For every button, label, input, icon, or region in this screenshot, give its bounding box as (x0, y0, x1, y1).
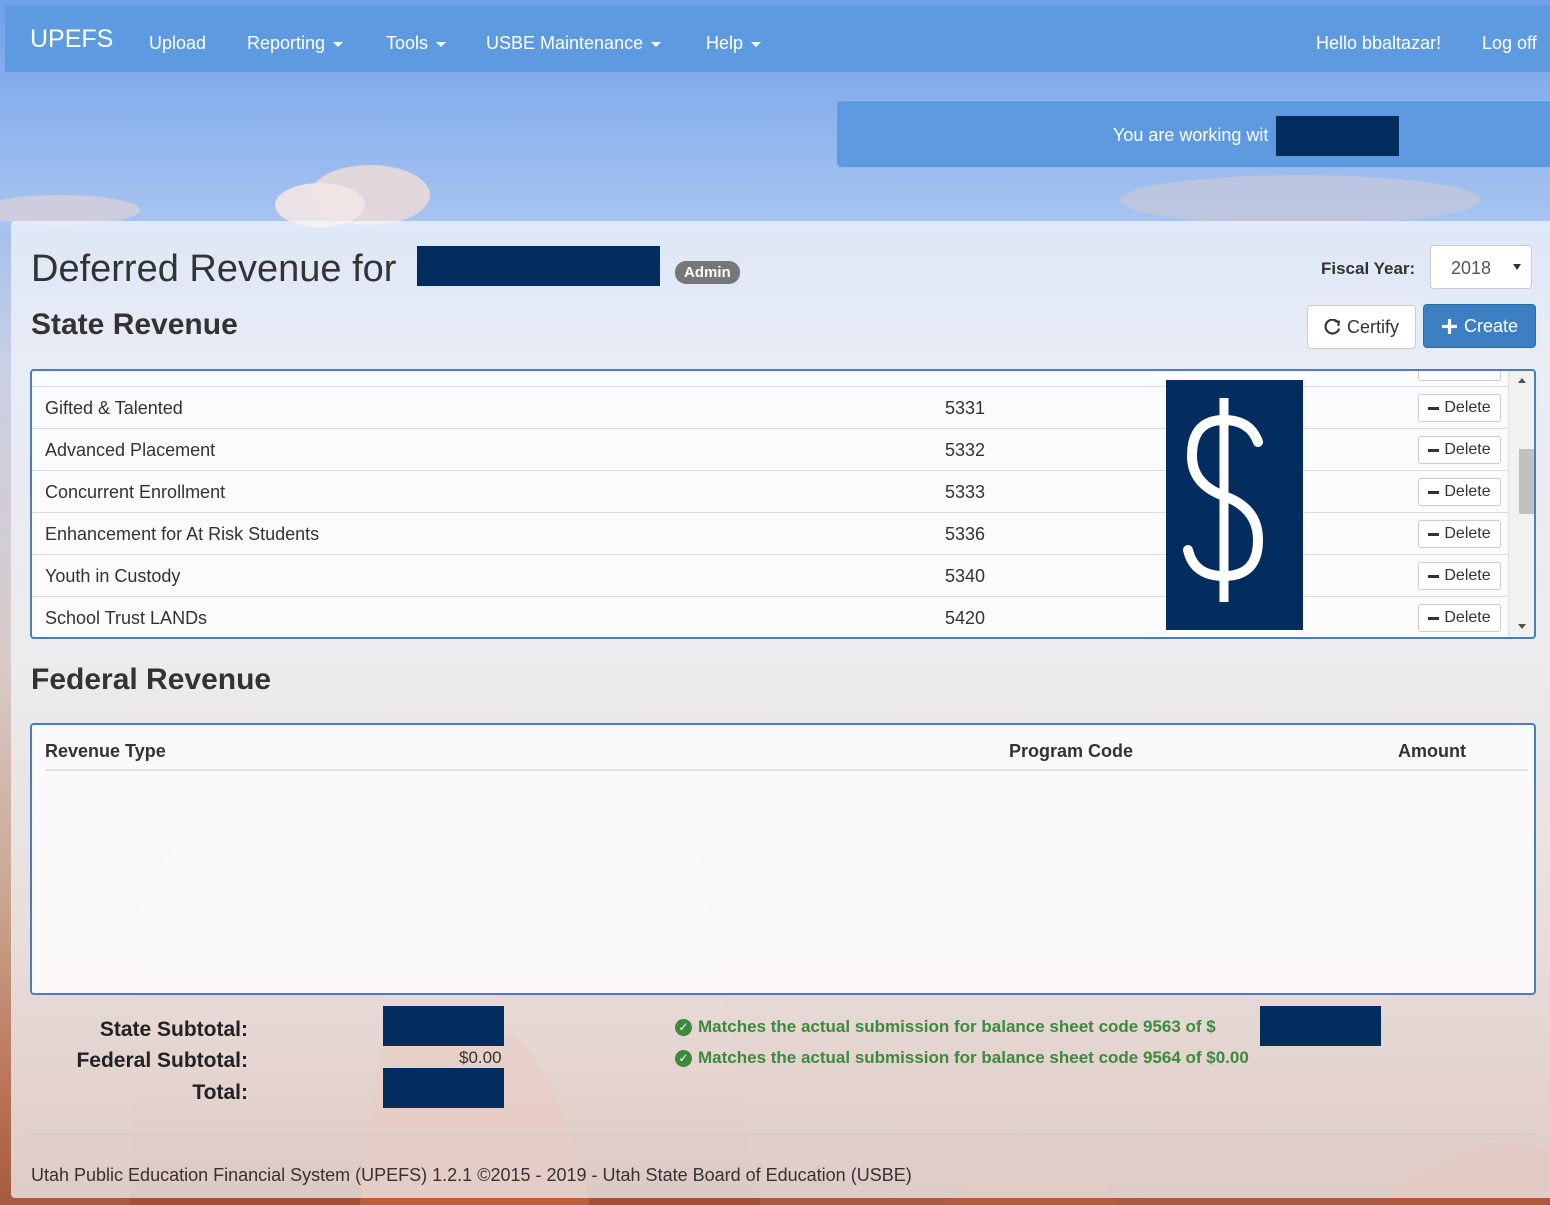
column-header-program-code: Program Code (1009, 741, 1134, 761)
create-button[interactable]: Create (1423, 304, 1536, 348)
column-header-revenue-type: Revenue Type (45, 741, 166, 761)
chevron-down-icon (333, 41, 344, 47)
revenue-type-cell: Youth in Custody (45, 566, 181, 586)
revenue-type-cell: School Trust LANDs (45, 608, 208, 628)
program-code-cell: 5331 (945, 398, 986, 418)
footer-text: Utah Public Education Financial System (… (31, 1165, 912, 1185)
delete-button[interactable] (1418, 371, 1501, 381)
nav-help[interactable]: Help (706, 33, 762, 54)
total-redaction (383, 1068, 504, 1108)
revenue-type-cell: Advanced Placement (45, 440, 216, 460)
federal-revenue-table: Revenue Type Program Code Amount (30, 723, 1536, 995)
footer-divider (30, 1134, 1536, 1135)
fiscal-year-value: 2018 (1451, 258, 1492, 278)
delete-button[interactable]: Delete (1418, 604, 1501, 632)
certify-button[interactable]: Certify (1307, 305, 1416, 349)
redaction-block (417, 246, 660, 286)
check-circle-icon: ✓ (675, 1018, 692, 1036)
refresh-icon (1324, 318, 1341, 335)
program-code-cell: 5340 (945, 566, 986, 586)
chevron-down-icon (436, 41, 447, 47)
delete-button[interactable]: Delete (1418, 562, 1501, 590)
federal-revenue-heading: Federal Revenue (31, 663, 272, 696)
scroll-up-arrow-icon[interactable] (1518, 378, 1526, 383)
delete-button[interactable]: Delete (1418, 394, 1501, 422)
chevron-down-icon (751, 41, 762, 47)
banner-text: You are working wit (1113, 125, 1269, 145)
minus-icon (1428, 406, 1440, 410)
minus-icon (1428, 490, 1440, 494)
redaction-block (1260, 1006, 1381, 1046)
minus-icon (1428, 616, 1440, 620)
user-greeting-link[interactable]: Hello bbaltazar! (1316, 33, 1441, 54)
top-navbar: UPEFS Upload Reporting Tools USBE Mainte… (5, 5, 1550, 72)
revenue-type-cell: Enhancement for At Risk Students (45, 524, 320, 544)
brand-link[interactable]: UPEFS (30, 25, 113, 54)
scroll-down-arrow-icon[interactable] (1518, 624, 1526, 629)
table-scrollbar[interactable] (1508, 371, 1534, 637)
federal-subtotal-label: Federal Subtotal: (76, 1049, 248, 1072)
page-title: Deferred Revenue for (31, 248, 397, 290)
nav-usbe-maintenance[interactable]: USBE Maintenance (486, 33, 662, 54)
header-divider (45, 769, 1528, 771)
federal-subtotal-value: $0.00 (459, 1048, 502, 1067)
total-label: Total: (192, 1081, 248, 1104)
delete-button[interactable]: Delete (1418, 520, 1501, 548)
program-code-cell: 5333 (945, 482, 986, 502)
fiscal-year-label: Fiscal Year: (1321, 259, 1416, 278)
plus-icon (1442, 318, 1457, 334)
nav-reporting[interactable]: Reporting (247, 33, 344, 54)
federal-match-message: ✓ Matches the actual submission for bala… (675, 1048, 1249, 1068)
state-match-message: ✓ Matches the actual submission for bala… (675, 1017, 1216, 1037)
fiscal-year-select[interactable]: 2018 (1430, 245, 1532, 289)
column-header-amount: Amount (1398, 741, 1466, 761)
program-code-cell: 5336 (945, 524, 986, 544)
program-code-cell: 5420 (945, 608, 986, 628)
nav-upload[interactable]: Upload (149, 33, 206, 54)
redaction-block (1276, 116, 1399, 156)
state-revenue-heading: State Revenue (31, 308, 238, 341)
revenue-type-cell: Concurrent Enrollment (45, 482, 226, 502)
scroll-thumb[interactable] (1519, 449, 1534, 514)
logoff-link[interactable]: Log off (1482, 33, 1537, 54)
working-with-banner: You are working wit (836, 100, 1550, 168)
revenue-type-cell: Gifted & Talented (45, 398, 183, 418)
check-circle-icon: ✓ (675, 1049, 692, 1067)
dropdown-arrow-icon (1513, 264, 1521, 270)
minus-icon (1428, 448, 1440, 452)
delete-button[interactable]: Delete (1418, 478, 1501, 506)
state-revenue-table: Gifted & Talented 5331 Delete Advanced P… (30, 369, 1536, 639)
program-code-cell: 5332 (945, 440, 986, 460)
admin-badge: Admin (675, 261, 740, 284)
delete-button[interactable]: Delete (1418, 436, 1501, 464)
state-subtotal-redaction (383, 1006, 504, 1046)
amount-redaction-block: $ (1166, 380, 1303, 630)
chevron-down-icon (651, 41, 662, 47)
dollar-sign-icon (1183, 398, 1264, 602)
state-subtotal-label: State Subtotal: (99, 1018, 248, 1041)
minus-icon (1428, 532, 1440, 536)
minus-icon (1428, 574, 1440, 578)
nav-tools[interactable]: Tools (386, 33, 447, 54)
